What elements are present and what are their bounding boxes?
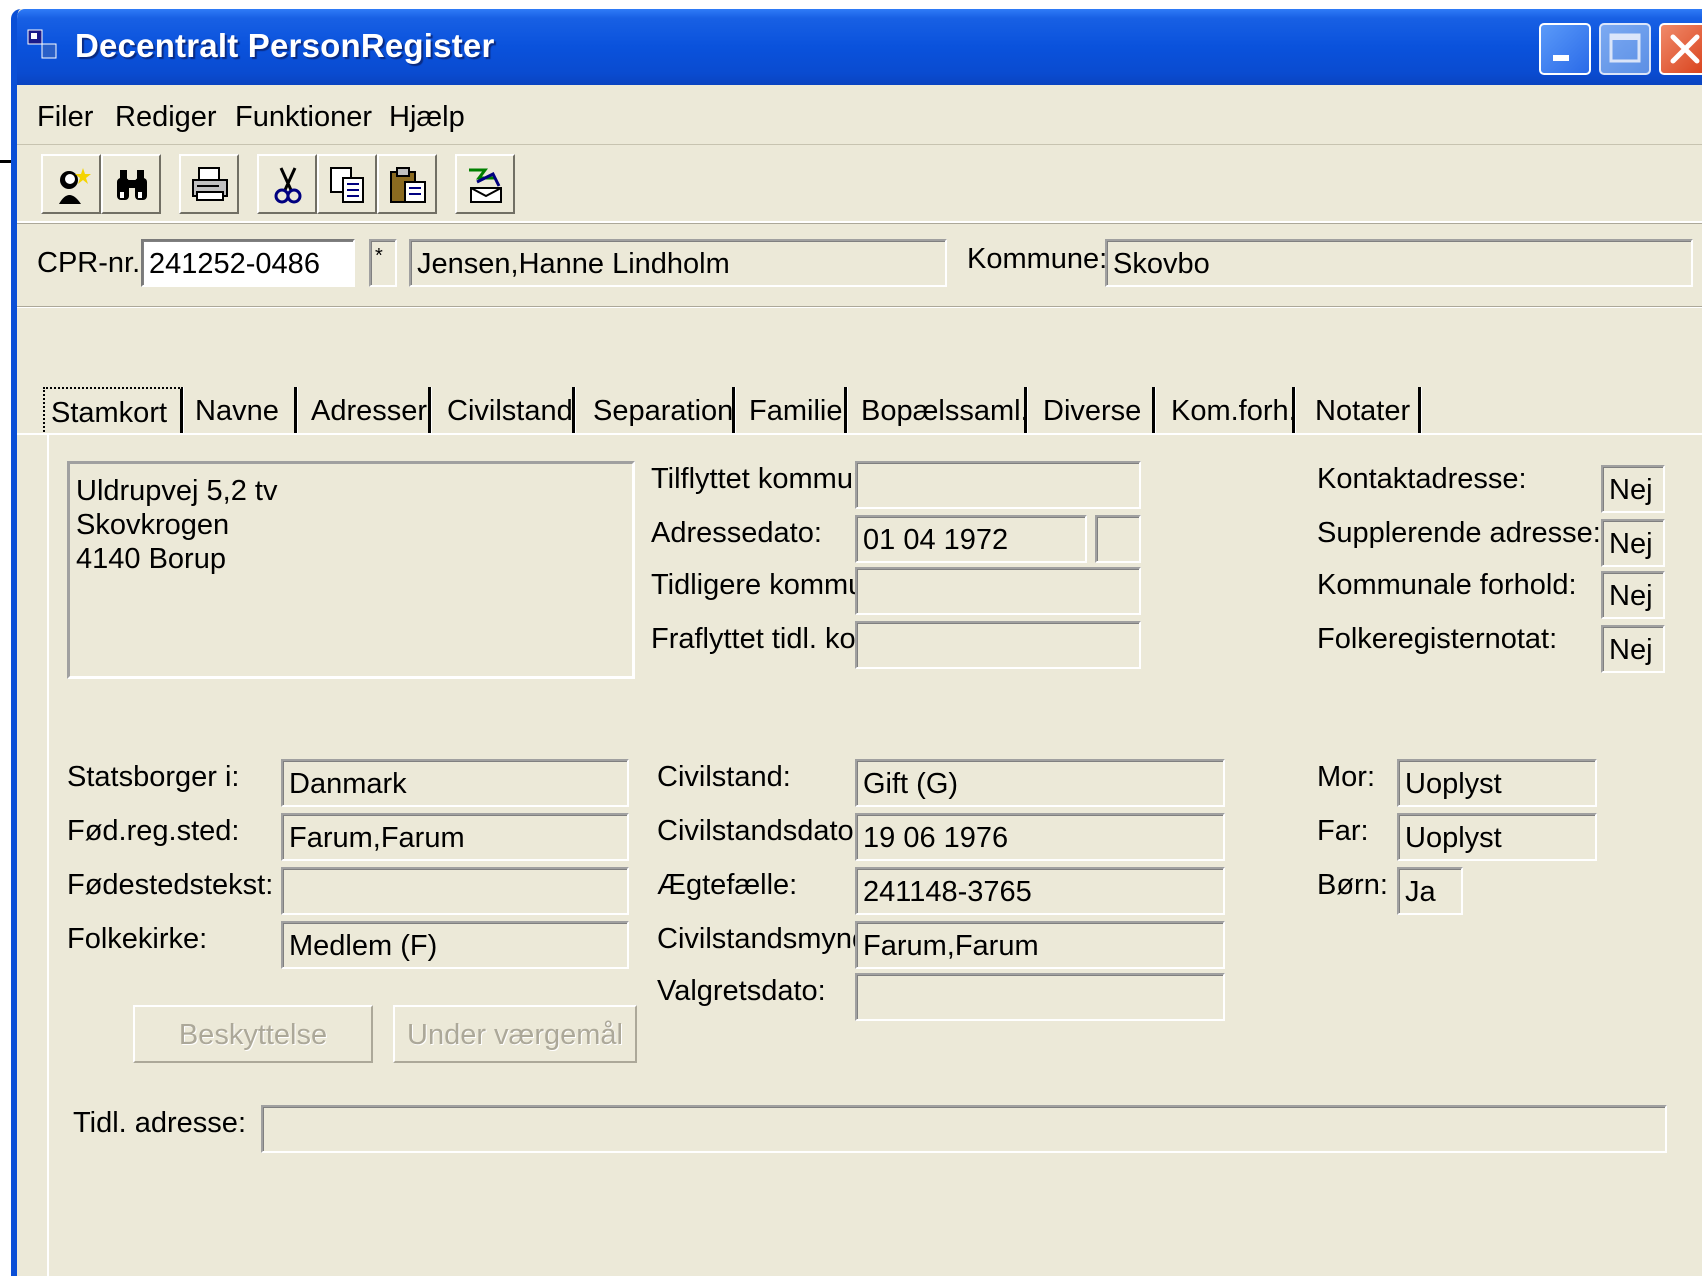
paste-button[interactable]: [377, 154, 437, 214]
address-line-2: Skovkrogen: [76, 509, 230, 541]
maximize-button[interactable]: [1599, 23, 1651, 75]
beskyttelse-button[interactable]: Beskyttelse: [133, 1005, 373, 1063]
tidl-adresse-label: Tidl. adresse:: [73, 1107, 246, 1139]
kontaktadresse-field: Nej: [1601, 465, 1665, 513]
folkeregisternotat-field: Nej: [1601, 625, 1665, 673]
kommunale-forhold-field: Nej: [1601, 571, 1665, 619]
address-line-1: Uldrupvej 5,2 tv: [76, 475, 278, 507]
tidligere-kommune-field: [855, 567, 1141, 615]
close-icon: [1670, 34, 1700, 64]
tab-navne[interactable]: Navne: [189, 387, 297, 435]
far-label: Far:: [1317, 815, 1369, 847]
fodreg-field: Farum,Farum: [281, 813, 629, 861]
menu-funktioner[interactable]: Funktioner: [235, 101, 372, 134]
new-person-icon: [59, 168, 91, 204]
tab-civilstand[interactable]: Civilstand: [441, 387, 575, 435]
statsborger-field: Danmark: [281, 759, 629, 807]
born-label: Børn:: [1317, 869, 1388, 901]
minimize-button[interactable]: [1539, 23, 1591, 75]
folkeregisternotat-label: Folkeregisternotat:: [1317, 623, 1558, 655]
menu-bar: Filer Rediger Funktioner Hjælp: [17, 85, 1702, 145]
fodestedstekst-label: Fødestedstekst:: [67, 869, 274, 901]
transfer-icon: [469, 168, 502, 203]
valgretsdato-label: Valgretsdato:: [657, 975, 826, 1007]
address-line-3: 4140 Borup: [76, 543, 226, 575]
civilstandsdato-field: 19 06 1976: [855, 813, 1225, 861]
maximize-icon: [1609, 33, 1641, 63]
fodestedstekst-field: [281, 867, 629, 915]
title-bar[interactable]: Decentralt PersonRegister: [17, 9, 1702, 85]
menu-rediger[interactable]: Rediger: [115, 101, 217, 134]
toolbar: [17, 146, 1702, 223]
born-field: Ja: [1397, 867, 1463, 915]
tab-diverse[interactable]: Diverse: [1037, 387, 1155, 435]
folkekirke-label: Folkekirke:: [67, 923, 208, 955]
tab-notater[interactable]: Notater: [1309, 387, 1421, 435]
aegtefaelle-field: 241148-3765: [855, 867, 1225, 915]
person-name-field: Jensen,Hanne Lindholm: [409, 239, 947, 287]
print-button[interactable]: [179, 154, 239, 214]
kommune-label: Kommune:: [967, 243, 1108, 275]
close-button[interactable]: [1659, 23, 1702, 75]
supplerende-adresse-label: Supplerende adresse:: [1317, 517, 1601, 549]
paste-icon: [390, 167, 426, 203]
under-vaergemaal-button[interactable]: Under værgemål: [393, 1005, 637, 1063]
civilstandsmyndighed-field: Farum,Farum: [855, 921, 1225, 969]
supplerende-adresse-field: Nej: [1601, 519, 1665, 567]
tilflyttet-field: [855, 461, 1141, 509]
fodreg-label: Fød.reg.sted:: [67, 815, 240, 847]
cpr-input[interactable]: 241252-0486: [141, 239, 355, 287]
tab-komforh[interactable]: Kom.forh.: [1165, 387, 1297, 435]
statsborger-label: Statsborger i:: [67, 761, 240, 793]
civilstand-label: Civilstand:: [657, 761, 791, 793]
adressedato-field: 01 04 1972: [855, 515, 1087, 563]
tab-adresser[interactable]: Adresser: [305, 387, 431, 435]
app-window: Decentralt PersonRegister Filer Rediger …: [11, 9, 1702, 1276]
tab-separation[interactable]: Separation: [587, 387, 735, 435]
far-field: Uoplyst: [1397, 813, 1597, 861]
civilstand-field: Gift (G): [855, 759, 1225, 807]
valgretsdato-field: [855, 973, 1225, 1021]
cpr-label: CPR-nr.:: [37, 247, 149, 279]
address-box: Uldrupvej 5,2 tv Skovkrogen 4140 Borup: [67, 461, 635, 679]
print-icon: [192, 167, 228, 201]
adressedato-label: Adressedato:: [651, 517, 822, 549]
fraflyttet-field: [855, 621, 1141, 669]
search-button[interactable]: [101, 154, 161, 214]
person-header: CPR-nr.: 241252-0486 * Jensen,Hanne Lind…: [17, 227, 1702, 307]
copy-button[interactable]: [317, 154, 377, 214]
tab-strip: Stamkort Navne Adresser Civilstand Separ…: [17, 387, 1702, 435]
tidl-adresse-field: [261, 1105, 1667, 1153]
tab-bopaelssaml[interactable]: Bopælssaml.: [855, 387, 1029, 435]
menu-filer[interactable]: Filer: [37, 101, 93, 134]
new-person-button[interactable]: [41, 154, 101, 214]
transfer-button[interactable]: [455, 154, 515, 214]
aegtefaelle-label: Ægtefælle:: [657, 869, 798, 901]
mor-label: Mor:: [1317, 761, 1375, 793]
tab-familie[interactable]: Familie: [743, 387, 847, 435]
mor-field: Uoplyst: [1397, 759, 1597, 807]
cut-button[interactable]: [257, 154, 317, 214]
app-icon: [27, 29, 57, 59]
cut-icon: [274, 167, 302, 204]
kommunale-forhold-label: Kommunale forhold:: [1317, 569, 1577, 601]
civilstandsmyndighed-label: Civilstandsmynd.:: [657, 923, 885, 955]
minimize-icon: [1553, 55, 1569, 61]
kommune-field: Skovbo: [1105, 239, 1693, 287]
civilstandsdato-label: Civilstandsdato:: [657, 815, 862, 847]
status-marker: *: [369, 239, 397, 287]
kontaktadresse-label: Kontaktadresse:: [1317, 463, 1527, 495]
window-title: Decentralt PersonRegister: [75, 27, 495, 64]
search-binoculars-icon: [117, 170, 147, 200]
adressedato-flag-field: [1095, 515, 1141, 563]
tab-stamkort[interactable]: Stamkort: [43, 387, 183, 435]
menu-hjaelp[interactable]: Hjælp: [389, 101, 465, 134]
folkekirke-field: Medlem (F): [281, 921, 629, 969]
copy-icon: [330, 167, 364, 203]
